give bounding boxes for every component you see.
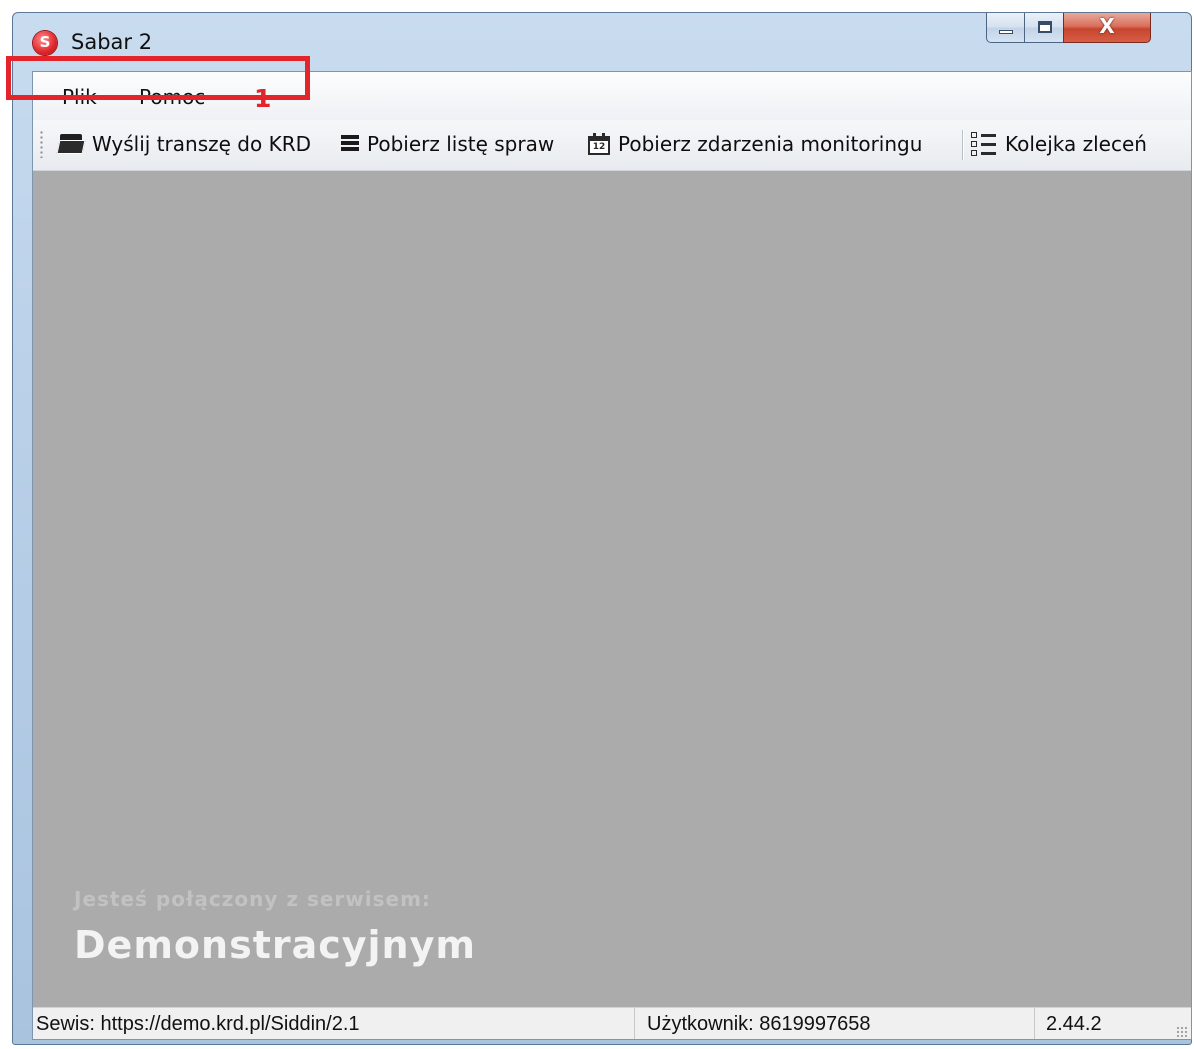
minimize-button[interactable]: [986, 13, 1025, 43]
send-tranche-label: Wyślij transzę do KRD: [92, 132, 311, 156]
annotation-number: 1: [254, 84, 272, 113]
status-bar: Sewis: https://demo.krd.pl/Siddin/2.1 Uż…: [33, 1007, 1191, 1039]
close-button[interactable]: X: [1063, 13, 1151, 43]
app-window: Sabar 2 X Plik Pomoc 1 Wyślij transzę do…: [12, 12, 1192, 1045]
fetch-case-list-button[interactable]: Pobierz listę spraw: [341, 128, 554, 160]
minimize-icon: [999, 30, 1013, 34]
calendar-icon: 12: [588, 133, 610, 155]
connection-label: Jesteś połączony z serwisem:: [74, 887, 431, 911]
menu-item-pomoc[interactable]: Pomoc: [139, 85, 205, 109]
send-tranche-button[interactable]: Wyślij transzę do KRD: [56, 128, 311, 160]
status-version: 2.44.2: [1034, 1008, 1174, 1039]
maximize-button[interactable]: [1024, 13, 1064, 43]
menu-item-plik[interactable]: Plik: [62, 85, 97, 109]
client-area: Plik Pomoc 1 Wyślij transzę do KRD Pobie…: [32, 71, 1192, 1040]
folder-icon: [56, 134, 86, 154]
sabar-logo-icon: [33, 31, 57, 55]
workspace: Jesteś połączony z serwisem: Demonstracy…: [33, 171, 1191, 1007]
status-user: Użytkownik: 8619997658: [634, 1008, 1034, 1039]
fetch-case-list-label: Pobierz listę spraw: [367, 132, 555, 156]
fetch-monitoring-events-button[interactable]: 12 Pobierz zdarzenia monitoringu: [588, 128, 922, 160]
close-icon: X: [1099, 14, 1115, 38]
title-bar[interactable]: Sabar 2 X: [13, 13, 1191, 71]
connection-value: Demonstracyjnym: [74, 923, 476, 967]
toolbar-separator: [962, 130, 964, 160]
menu-bar: Plik Pomoc 1: [33, 72, 1191, 120]
queue-icon: [971, 132, 997, 156]
window-title: Sabar 2: [71, 30, 153, 54]
toolbar: Wyślij transzę do KRD Pobierz listę spra…: [33, 120, 1191, 171]
toolbar-grip[interactable]: [40, 130, 43, 158]
resize-grip-icon[interactable]: [1176, 1026, 1188, 1038]
list-icon: [341, 134, 359, 154]
order-queue-label: Kolejka zleceń: [1005, 132, 1147, 156]
order-queue-button[interactable]: Kolejka zleceń: [971, 128, 1147, 160]
status-service: Sewis: https://demo.krd.pl/Siddin/2.1: [36, 1013, 360, 1035]
maximize-icon: [1038, 21, 1052, 33]
fetch-monitoring-events-label: Pobierz zdarzenia monitoringu: [618, 132, 923, 156]
